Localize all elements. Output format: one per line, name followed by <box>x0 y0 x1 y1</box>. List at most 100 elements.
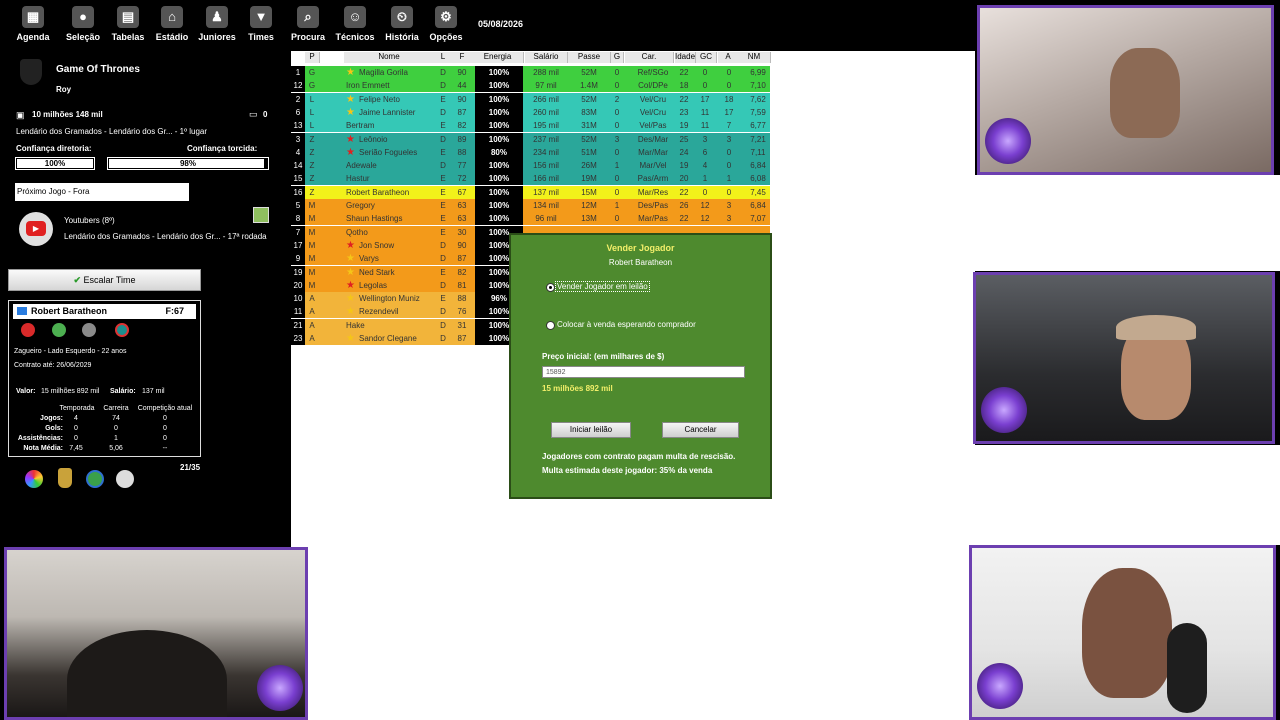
player-row[interactable]: 4 ★ Z Serião Fogueles E 88 80% 234 mil 51M 0 Mar/M… <box>291 145 770 159</box>
cell-car: Des/Pas <box>637 201 669 210</box>
cell-idade: 20 <box>679 174 689 184</box>
webcam-bottom-right <box>969 545 1276 720</box>
nav-tecnicos[interactable]: ☺ Técnicos <box>330 6 380 42</box>
nav-tabelas[interactable]: ▤ Tabelas <box>103 6 153 42</box>
column-header[interactable]: Energia <box>472 52 524 63</box>
column-header[interactable]: A <box>718 52 739 63</box>
nav-estadio[interactable]: ⌂ Estádio <box>147 6 197 42</box>
column-header[interactable]: Car. <box>625 52 674 63</box>
player-stats-icon[interactable] <box>115 323 129 337</box>
cell-idade: 22 <box>679 94 689 104</box>
cell-f: 31 <box>457 320 467 330</box>
cell-gc: 11 <box>700 121 710 131</box>
cell-gc: 17 <box>700 94 710 104</box>
price-input[interactable] <box>542 366 745 378</box>
escalar-time-button[interactable]: ✔ Escalar Time <box>8 269 201 291</box>
column-header[interactable]: Idade <box>675 52 696 63</box>
column-header[interactable]: F <box>452 52 473 63</box>
column-header[interactable]: Salário <box>525 52 568 63</box>
webcam-top-right <box>977 5 1274 175</box>
cell-a: 3 <box>726 201 732 210</box>
player-row[interactable]: 6 ★ L Jaime Lannister D 87 100% 260 mil 83M 0 Vel/… <box>291 105 770 119</box>
cell-p: G <box>308 81 316 91</box>
cell-car: Vel/Pas <box>639 121 667 131</box>
cell-sal: 234 mil <box>533 147 559 157</box>
cell-gc: 1 <box>702 174 708 184</box>
nav-label: Procura <box>290 32 325 42</box>
player-row[interactable]: 12 G Iron Emmett D 44 100% 97 mil 1.4M 0 Col/DPe 1… <box>291 79 770 93</box>
star-icon: ★ <box>346 133 355 145</box>
player-row[interactable]: 2 ★ L Felipe Neto E 90 100% 266 mil 52M 2 Vel/Cru 2… <box>291 92 770 106</box>
scout-icon[interactable] <box>116 470 134 488</box>
column-header[interactable]: L <box>434 52 453 63</box>
player-row[interactable]: 16 Z Robert Baratheon E 67 100% 137 mil 15M 0 Mar… <box>291 185 770 199</box>
cell-e: 100% <box>475 79 523 93</box>
player-row[interactable]: 3 ★ Z Leônoio D 89 100% 237 mil 52M 3 Des/Mar 25 3 3 7… <box>291 132 770 146</box>
club-money: 10 milhões 148 mil <box>32 110 103 119</box>
board-confidence-bar: 100% <box>15 157 95 170</box>
cancel-button[interactable]: Cancelar <box>662 422 739 438</box>
player-row[interactable]: 5 M Gregory E 63 100% 134 mil 12M 1 Des/Pas 26 12 3 6… <box>291 199 770 212</box>
shirt-number: 17 <box>291 238 305 252</box>
column-header[interactable]: NM <box>738 52 771 63</box>
column-header[interactable]: Nome <box>344 52 435 63</box>
cell-e: 100% <box>475 159 523 173</box>
shirt-number: 23 <box>291 332 305 345</box>
column-header[interactable]: Passe <box>568 52 611 63</box>
messages-icon[interactable]: ▭ <box>249 109 258 120</box>
loan-player-icon[interactable] <box>82 323 96 337</box>
nav-selecao[interactable]: ● Seleção <box>58 6 108 42</box>
player-card: Robert Baratheon F:67 Zagueiro - Lado Es… <box>8 300 201 457</box>
cell-e: 100% <box>475 66 523 79</box>
nav-historia[interactable]: ⏲ História <box>377 6 427 42</box>
player-row[interactable]: 14 Z Adewale D 77 100% 156 mil 26M 1 Mar/Vel 19 4 0 6… <box>291 159 770 173</box>
cell-passe: 1.4M <box>580 81 598 91</box>
colors-icon[interactable] <box>25 470 43 488</box>
world-icon[interactable] <box>86 470 104 488</box>
nav-procura[interactable]: ⌕ Procura <box>283 6 333 42</box>
cell-nm: 7,11 <box>750 147 766 157</box>
game-area-right <box>975 175 1280 271</box>
sell-player-icon[interactable] <box>21 323 35 337</box>
player-row[interactable]: 13 L Bertram E 82 100% 195 mil 31M 0 Vel/Pas 19 11 7… <box>291 119 770 133</box>
cell-gc: 11 <box>700 107 710 117</box>
sale-radio[interactable] <box>546 321 555 330</box>
cell-g: 1 <box>614 201 620 210</box>
shirt-number: 5 <box>291 199 305 212</box>
trophy-icon[interactable] <box>58 468 72 488</box>
cell-nm: 7,21 <box>750 134 766 144</box>
cell-gc: 3 <box>702 134 708 144</box>
sale-option-label[interactable]: Colocar à venda esperando comprador <box>557 320 696 329</box>
shirt-number: 9 <box>291 252 305 266</box>
flag-ball-icon: ● <box>72 6 94 28</box>
nav-juniores[interactable]: ♟ Juniores <box>192 6 242 42</box>
nav-label: Juniores <box>198 32 236 42</box>
nav-times[interactable]: ▼ Times <box>236 6 286 42</box>
cell-l: D <box>440 307 446 317</box>
nav-agenda[interactable]: ▦ Agenda <box>8 6 58 42</box>
cell-f: 89 <box>457 134 467 144</box>
start-auction-button[interactable]: Iniciar leilão <box>551 422 631 438</box>
player-row[interactable]: 8 M Shaun Hastings E 63 100% 96 mil 13M 0 Mar/Pas… <box>291 212 770 226</box>
auction-radio[interactable] <box>546 283 555 292</box>
cell-name: Qotho <box>346 227 368 237</box>
cell-idade: 19 <box>679 121 689 131</box>
cell-f: 67 <box>457 187 467 197</box>
player-row[interactable]: 15 Z Hastur E 72 100% 166 mil 19M 0 Pas/Arm 20 1 1 6,… <box>291 172 770 186</box>
nav-opcoes[interactable]: ⚙ Opções <box>421 6 471 42</box>
auction-option-label[interactable]: Vender Jogador em leilão <box>555 281 650 292</box>
cell-sal: 260 mil <box>533 107 559 117</box>
player-row[interactable]: 1 ★ G Magilla Gorila D 90 100% 288 mil 52M 0 Ref/S… <box>291 66 770 79</box>
column-header[interactable]: G <box>611 52 624 63</box>
column-header[interactable]: GC <box>696 52 717 63</box>
cell-passe: 12M <box>581 201 597 210</box>
cell-car: Mar/Mar <box>638 147 668 157</box>
renew-contract-icon[interactable] <box>52 323 66 337</box>
cell-passe: 51M <box>581 147 597 157</box>
shirt-number: 2 <box>291 92 305 106</box>
cell-sal: 166 mil <box>533 174 559 184</box>
column-header[interactable]: P <box>305 52 320 63</box>
cell-car: Mar/Pas <box>638 214 668 224</box>
cell-sal: 137 mil <box>533 187 559 197</box>
cell-p: L <box>309 94 315 104</box>
